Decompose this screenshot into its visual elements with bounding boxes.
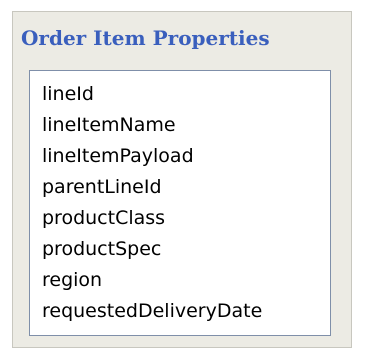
order-item-properties-panel: Order Item Properties lineId lineItemNam… [12, 11, 352, 348]
list-item-product-class[interactable]: productClass [42, 203, 330, 234]
property-list[interactable]: lineId lineItemName lineItemPayload pare… [29, 70, 331, 336]
panel-title: Order Item Properties [21, 26, 270, 50]
list-item-line-id[interactable]: lineId [42, 79, 330, 110]
list-item-line-item-name[interactable]: lineItemName [42, 110, 330, 141]
list-item-line-item-payload[interactable]: lineItemPayload [42, 141, 330, 172]
list-item-region[interactable]: region [42, 265, 330, 296]
list-item-product-spec[interactable]: productSpec [42, 234, 330, 265]
list-item-requested-delivery-date[interactable]: requestedDeliveryDate [42, 296, 330, 327]
list-item-parent-line-id[interactable]: parentLineId [42, 172, 330, 203]
